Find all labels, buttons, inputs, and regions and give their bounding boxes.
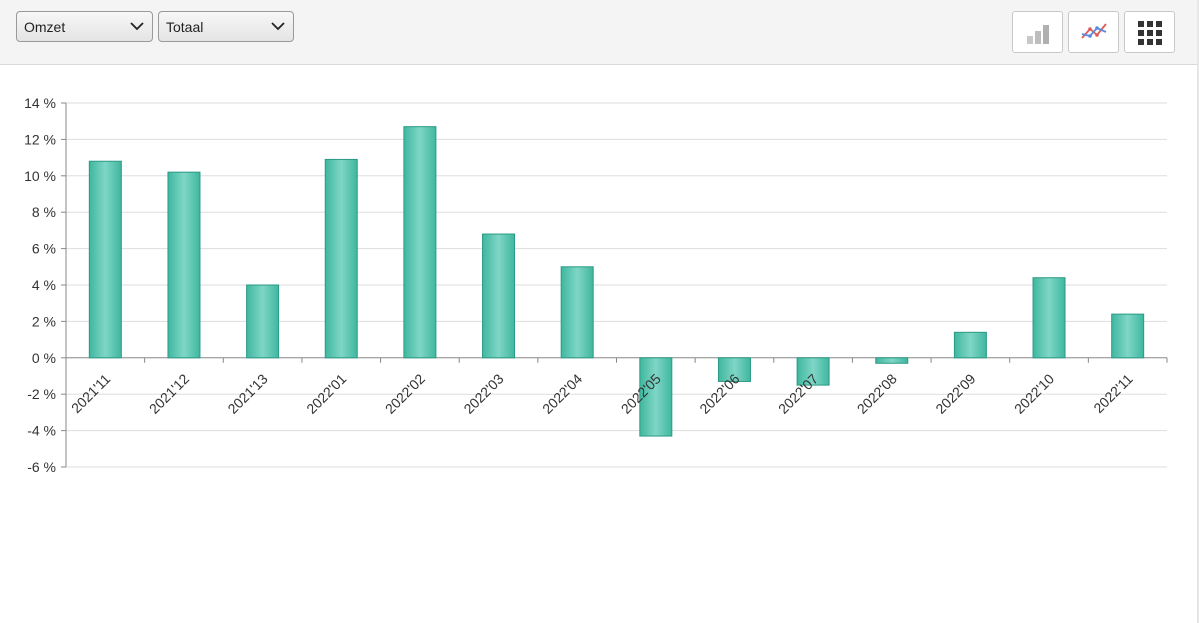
bar xyxy=(246,284,280,359)
x-tick-label: 2022'04 xyxy=(539,370,585,416)
bar-chart-button[interactable] xyxy=(1012,11,1063,53)
y-tick-label: -2 % xyxy=(27,386,56,402)
bar xyxy=(324,158,358,359)
y-axis: 14 % 12 % 10 % 8 % 6 % 4 % 2 % 0 % -2 % -4 % -6 % xyxy=(24,95,67,475)
chevron-down-icon xyxy=(271,22,285,31)
y-tick-label: 6 % xyxy=(32,241,56,257)
revenue-bar-chart: 14 %12 %10 %8 %6 %4 %2 %0 %-2 %-4 %-6 % … xyxy=(24,95,1168,475)
toolbar: Omzet Totaal xyxy=(0,0,1197,65)
y-tick-label: -6 % xyxy=(27,459,56,475)
bar xyxy=(1111,313,1145,359)
y-tick-label: 12 % xyxy=(24,131,56,147)
bar xyxy=(875,357,909,364)
y-tick-label: 8 % xyxy=(32,204,56,220)
bar-chart-icon xyxy=(1027,25,1049,44)
y-tick-label: 0 % xyxy=(32,350,56,366)
bar xyxy=(167,171,201,359)
bar xyxy=(1032,277,1066,359)
grid-button[interactable] xyxy=(1124,11,1175,53)
grid-icon xyxy=(1138,21,1162,45)
bar xyxy=(482,233,516,359)
x-tick-label: 2021'13 xyxy=(224,370,270,416)
x-tick-label: 2022'08 xyxy=(854,370,900,416)
y-tick-label: 2 % xyxy=(32,313,56,329)
scope-select[interactable]: Totaal xyxy=(158,11,294,42)
x-tick-label: 2021'11 xyxy=(68,370,114,416)
x-tick-label: 2022'11 xyxy=(1090,370,1136,416)
metric-select[interactable]: Omzet xyxy=(16,11,153,42)
x-tick-label: 2022'09 xyxy=(932,370,978,416)
metric-select-value: Omzet xyxy=(24,19,66,35)
scope-select-value: Totaal xyxy=(166,19,204,35)
line-chart-icon xyxy=(1081,23,1107,39)
x-tick-label: 2021'12 xyxy=(146,370,192,416)
x-tick-label: 2022'02 xyxy=(382,370,428,416)
x-tick-label: 2022'01 xyxy=(303,370,349,416)
y-tick-label: -4 % xyxy=(27,423,56,439)
chevron-down-icon xyxy=(130,22,144,31)
bar xyxy=(88,160,122,359)
x-axis: 2021'11 2021'12 2021'13 2022'01 2022'02 2022'… xyxy=(65,357,1168,417)
y-tick-label: 4 % xyxy=(32,277,56,293)
bar xyxy=(953,331,987,359)
x-tick-label: 2022'03 xyxy=(460,370,506,416)
line-chart-button[interactable] xyxy=(1068,11,1119,53)
y-tick-label: 14 % xyxy=(24,95,56,111)
bar xyxy=(560,266,594,359)
x-tick-label: 2022'10 xyxy=(1011,370,1057,416)
y-tick-label: 10 % xyxy=(24,168,56,184)
bar xyxy=(403,126,437,359)
